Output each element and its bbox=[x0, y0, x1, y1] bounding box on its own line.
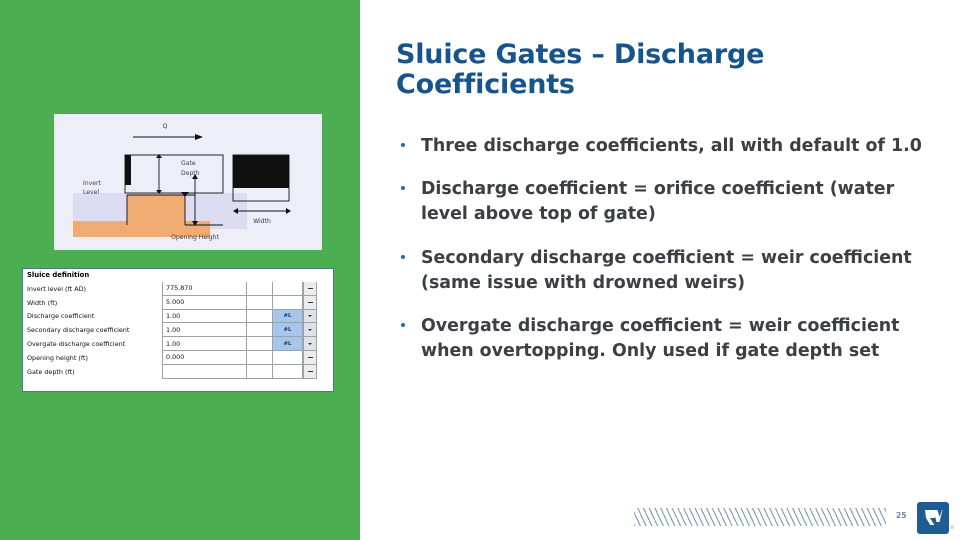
property-row-tag-cell[interactable] bbox=[273, 350, 303, 365]
hatch-decoration bbox=[634, 508, 886, 526]
property-row-dropdown-button[interactable] bbox=[303, 309, 317, 324]
property-row[interactable]: Secondary discharge coefficient 1.00 #L bbox=[23, 323, 333, 338]
diagram-label-level: Level bbox=[83, 189, 99, 196]
diagram-label-width: Width bbox=[253, 218, 271, 225]
property-row-value-input[interactable]: 1.00 bbox=[163, 309, 247, 324]
property-row[interactable]: Invert level (ft AD) 775.870 bbox=[23, 282, 333, 296]
page-title-line1: Sluice Gates – Discharge bbox=[396, 39, 765, 70]
bullet-text: Three discharge coefficients, all with d… bbox=[421, 136, 922, 156]
sluice-gate-schematic: Q Gate Depth Opening Height Invert Level bbox=[55, 115, 321, 249]
brand-logo bbox=[917, 502, 949, 534]
slide-canvas: Q Gate Depth Opening Height Invert Level bbox=[0, 0, 960, 540]
page-title-line2: Coefficients bbox=[396, 69, 575, 101]
property-row-value-input[interactable]: 1.00 bbox=[163, 337, 247, 351]
property-row-tag-cell[interactable]: #L bbox=[273, 337, 303, 351]
property-row-label: Opening height (ft) bbox=[23, 350, 163, 365]
property-row[interactable]: Opening height (ft) 0.000 bbox=[23, 350, 333, 365]
dash-icon bbox=[307, 370, 313, 372]
chevron-down-icon bbox=[308, 328, 312, 331]
bullet-item: Overgate discharge coefficient = weir co… bbox=[392, 314, 932, 364]
sluice-gate-diagram-image: Q Gate Depth Opening Height Invert Level bbox=[54, 114, 322, 250]
bullet-text: Discharge coefficient = orifice coeffici… bbox=[421, 179, 895, 225]
property-row-dropdown-button[interactable] bbox=[303, 282, 317, 296]
trademark-mark: ® bbox=[950, 525, 954, 530]
property-row-dropdown-button[interactable] bbox=[303, 323, 317, 338]
brand-logo-mark bbox=[922, 507, 944, 529]
property-row[interactable]: Gate depth (ft) bbox=[23, 364, 333, 379]
property-row-value-input[interactable]: 0.000 bbox=[163, 350, 247, 365]
property-row-spacer-cell bbox=[247, 309, 273, 324]
property-grid-rows: Invert level (ft AD) 775.870 Width (ft) 5.0… bbox=[23, 282, 333, 379]
dash-icon bbox=[307, 301, 313, 303]
property-row-spacer-cell bbox=[247, 364, 273, 379]
property-row[interactable]: Width (ft) 5.000 bbox=[23, 295, 333, 310]
property-row-value-input[interactable]: 775.870 bbox=[163, 282, 247, 296]
property-row-dropdown-button[interactable] bbox=[303, 364, 317, 379]
bullet-marker-icon bbox=[401, 254, 406, 259]
bullet-text: Secondary discharge coefficient = weir c… bbox=[421, 247, 912, 293]
bullet-list: Three discharge coefficients, all with d… bbox=[392, 134, 932, 365]
property-row-spacer-cell bbox=[247, 323, 273, 338]
diagram-label-gate: Gate bbox=[181, 160, 196, 167]
sluice-definition-property-grid[interactable]: Sluice definition Invert level (ft AD) 77… bbox=[22, 268, 334, 392]
bullet-text: Overgate discharge coefficient = weir co… bbox=[421, 316, 900, 362]
property-row-label: Gate depth (ft) bbox=[23, 364, 163, 379]
bullet-marker-icon bbox=[401, 143, 406, 148]
property-row[interactable]: Discharge coefficient 1.00 #L bbox=[23, 309, 333, 324]
property-row-dropdown-button[interactable] bbox=[303, 295, 317, 310]
property-row-tag-cell[interactable] bbox=[273, 364, 303, 379]
property-row-dropdown-button[interactable] bbox=[303, 337, 317, 351]
property-row-spacer-cell bbox=[247, 282, 273, 296]
dash-icon bbox=[307, 287, 313, 289]
bullet-item: Discharge coefficient = orifice coeffici… bbox=[392, 177, 932, 227]
chevron-down-icon bbox=[308, 342, 312, 345]
property-row-tag-cell[interactable]: #L bbox=[273, 309, 303, 324]
property-row-label: Secondary discharge coefficient bbox=[23, 323, 163, 338]
property-row-label: Overgate discharge coefficient bbox=[23, 337, 163, 351]
property-row-tag-cell[interactable] bbox=[273, 282, 303, 296]
bullet-marker-icon bbox=[401, 186, 406, 191]
property-row-tag-cell[interactable]: #L bbox=[273, 323, 303, 338]
page-title: Sluice Gates – Discharge Coefficients bbox=[396, 39, 932, 101]
property-grid-title: Sluice definition bbox=[23, 269, 333, 282]
bullet-item: Three discharge coefficients, all with d… bbox=[392, 134, 932, 159]
diagram-label-opening-height: Opening Height bbox=[171, 234, 219, 241]
bullet-item: Secondary discharge coefficient = weir c… bbox=[392, 246, 932, 296]
chevron-down-icon bbox=[308, 314, 312, 317]
diagram-label-flow: Q bbox=[163, 123, 168, 130]
property-row-value-input[interactable]: 5.000 bbox=[163, 295, 247, 310]
property-row-spacer-cell bbox=[247, 295, 273, 310]
property-row-value-input[interactable]: 1.00 bbox=[163, 323, 247, 338]
property-row[interactable]: Overgate discharge coefficient 1.00 #L bbox=[23, 337, 333, 351]
diagram-label-invert: Invert bbox=[83, 180, 102, 187]
property-row-spacer-cell bbox=[247, 337, 273, 351]
property-row-label: Invert level (ft AD) bbox=[23, 282, 163, 296]
property-row-label: Width (ft) bbox=[23, 295, 163, 310]
property-row-dropdown-button[interactable] bbox=[303, 350, 317, 365]
property-row-value-input[interactable] bbox=[163, 364, 247, 379]
page-number: 25 bbox=[896, 511, 907, 520]
property-row-tag-cell[interactable] bbox=[273, 295, 303, 310]
dash-icon bbox=[307, 356, 313, 358]
diagram-label-depth: Depth bbox=[181, 170, 200, 177]
property-row-spacer-cell bbox=[247, 350, 273, 365]
bullet-marker-icon bbox=[401, 323, 406, 328]
property-row-label: Discharge coefficient bbox=[23, 309, 163, 324]
